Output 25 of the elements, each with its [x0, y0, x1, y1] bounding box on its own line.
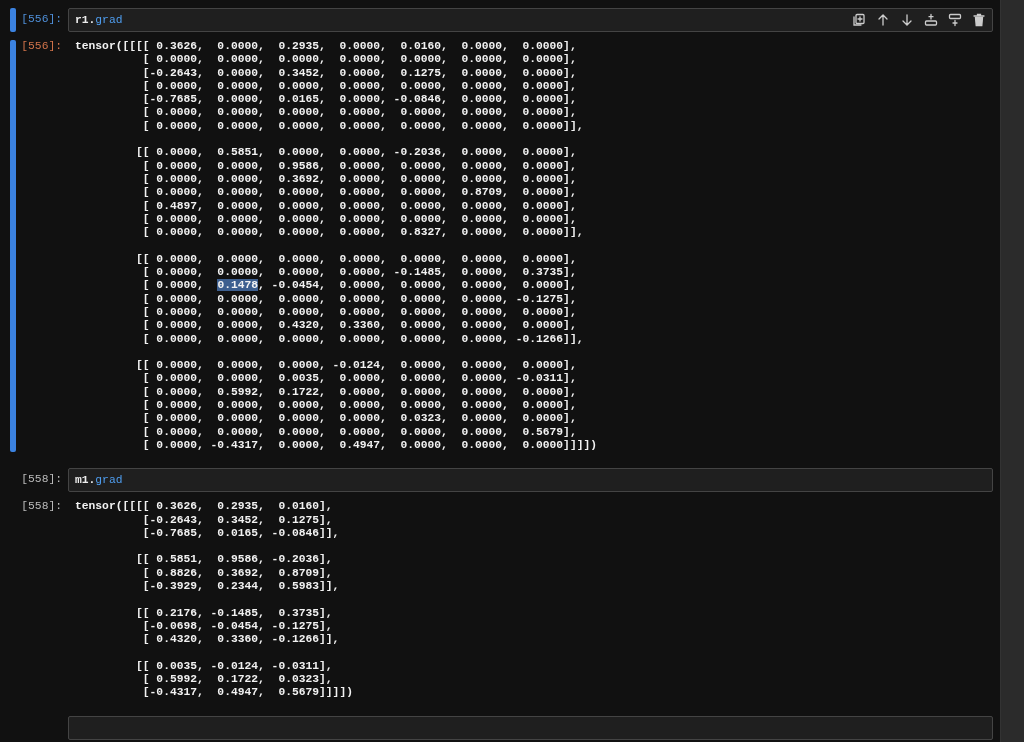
insert-above-button[interactable]: [924, 13, 938, 27]
delete-icon: [972, 13, 986, 27]
output-text: tensor([[[[ 0.3626, 0.2935, 0.0160], [-0.2643, 0.3452, 0.1275], [-0.7685, 0.0165, -0.0846]], [[ 0.5851, 0.9586, -0.2036], [ 0.8826, 0.3692, 0.8709], [-0.3929, 0.2344, 0.5983]], [[ 0.2176, -0.1485, 0.3735], [-0.0698, -0.0454, -0.1275], [ 0.4320, 0.3360, -0.1266]], [[ 0.0035, -0.0124, -0.0311], [ 0.5992, 0.1722, 0.0323], [-0.4317, 0.4947, 0.5679]]]]): [74, 500, 353, 700]
delete-button[interactable]: [972, 13, 986, 27]
arrow-down-button[interactable]: [900, 13, 914, 27]
insert-below-button[interactable]: [948, 13, 962, 27]
code-input[interactable]: m1.grad: [68, 468, 993, 493]
arrow-down-icon: [900, 13, 914, 27]
code-text: r1.grad: [75, 12, 123, 28]
duplicate-button[interactable]: [852, 13, 866, 27]
input-prompt: [558]:: [20, 472, 63, 488]
arrow-up-icon: [876, 13, 890, 27]
code-text: m1.grad: [75, 472, 123, 488]
input-prompt: [556]:: [20, 12, 63, 27]
duplicate-icon: [852, 13, 866, 27]
output-prompt: [556]:: [20, 40, 63, 54]
selected-text: 0.1478: [217, 279, 259, 292]
code-input[interactable]: r1.grad: [68, 8, 993, 32]
arrow-up-button[interactable]: [876, 13, 890, 27]
output-text: tensor([[[[ 0.3626, 0.0000, 0.2935, 0.0000, 0.0160, 0.0000, 0.0000], [ 0.0000, 0.0000, 0.0000, 0.0000, 0.0000, 0.0000, 0.0000], [-0.2643, 0.0000, 0.3452, 0.0000, 0.1275, 0.0000, 0.0000], [ 0.0000, 0.0000, 0.0000, 0.0000, 0.0000, 0.0000, 0.0000], [-0.7685, 0.0000, 0.0165, 0.0000, -0.0846, 0.0000, 0.0000], [ 0.0000, 0.0000, 0.0000, 0.0000, 0.0000, 0.0000, 0.0000], [ 0.0000, 0.0000, 0.0000, 0.0000, 0.0000, 0.0000, 0.0000]], [[ 0.0000, 0.5851, 0.0000, 0.0000, -0.2036, 0.0000, 0.0000], [ 0.0000, 0.0000, 0.9586, 0.0000, 0.0000, 0.0000, 0.0000], [ 0.0000, 0.0000, 0.3692, 0.0000, 0.0000, 0.0000, 0.0000], [ 0.0000, 0.0000, 0.0000, 0.0000, 0.0000, 0.8709, 0.0000], [ 0.4897, 0.0000, 0.0000, 0.0000, 0.0000, 0.0000, 0.0000], [ 0.0000, 0.0000, 0.0000, 0.0000, 0.0000, 0.0000, 0.0000], [ 0.0000, 0.0000, 0.0000, 0.0000, 0.8327, 0.0000, 0.0000]], [[ 0.0000, 0.0000, 0.0000, 0.0000, 0.0000, 0.0000, 0.0000], [ 0.0000, 0.0000, 0.0000, 0.0000, -0.1485, 0.0000, 0.3735], [ 0.0000, 0.1478, -0.0454, 0.0000, 0.0000, 0.0000, 0.0000], [ 0.0000, 0.0000, 0.0000, 0.0000, 0.0000, 0.0000, -0.1275], [ 0.0000, 0.0000, 0.0000, 0.0000, 0.0000, 0.0000, 0.0000], [ 0.0000, 0.0000, 0.4320, 0.3360, 0.0000, 0.0000, 0.0000], [ 0.0000, 0.0000, 0.0000, 0.0000, 0.0000, 0.0000, -0.1266]], [[ 0.0000, 0.0000, 0.0000, -0.0124, 0.0000, 0.0000, 0.0000], [ 0.0000, 0.0000, 0.0035, 0.0000, 0.0000, 0.0000, -0.0311], [ 0.0000, 0.5992, 0.1722, 0.0000, 0.0000, 0.0000, 0.0000], [ 0.0000, 0.0000, 0.0000, 0.0000, 0.0000, 0.0000, 0.0000], [ 0.0000, 0.0000, 0.0000, 0.0000, 0.0323, 0.0000, 0.0000], [ 0.0000, 0.0000, 0.0000, 0.0000, 0.0000, 0.0000, 0.5679], [ 0.0000, -0.4317, 0.0000, 0.4947, 0.0000, 0.0000, 0.0000]]]]): [74, 40, 597, 453]
code-input[interactable]: [68, 715, 993, 740]
scrollbar-track[interactable]: [1000, 0, 1024, 742]
insert-above-icon: [924, 13, 938, 27]
insert-below-icon: [948, 13, 962, 27]
output-prompt: [558]:: [20, 500, 63, 515]
